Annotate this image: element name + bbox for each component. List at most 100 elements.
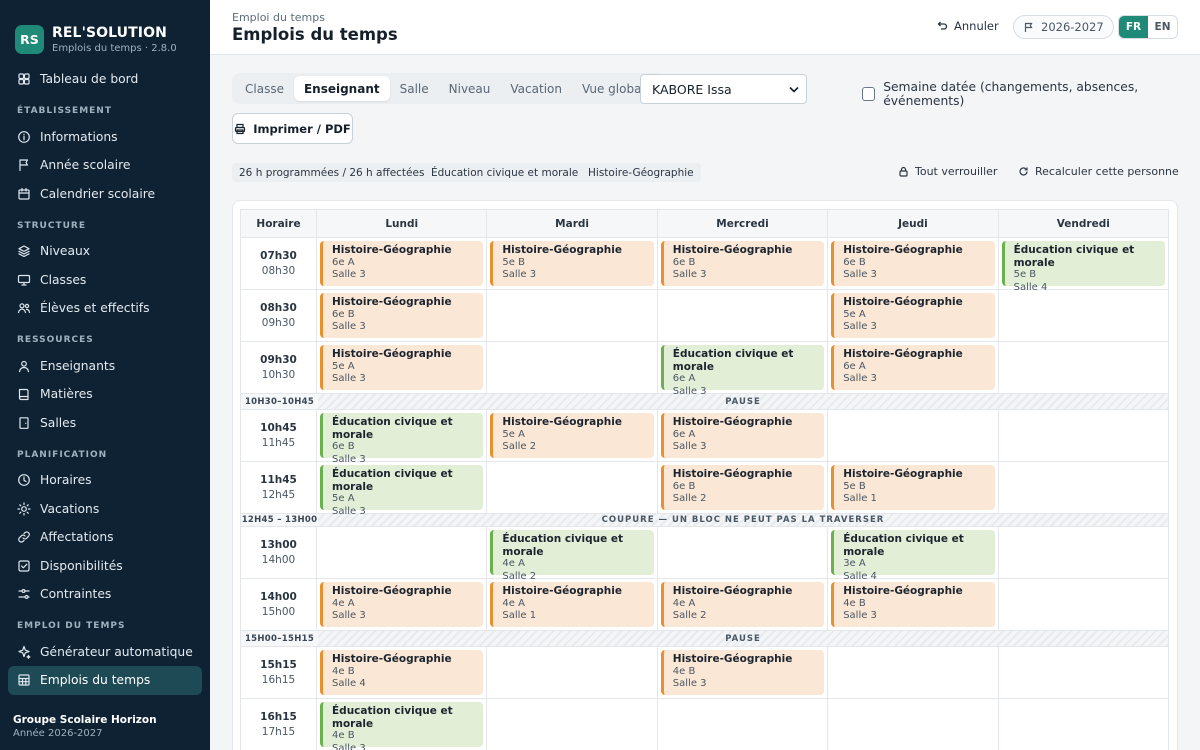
sidebar-item-disponibilités[interactable]: Disponibilités <box>8 552 202 581</box>
lesson-block[interactable]: Éducation civique et morale 3e A Salle 4 <box>831 530 995 582</box>
timetable-cell[interactable] <box>487 290 658 342</box>
tab-niveau[interactable]: Niveau <box>439 76 501 101</box>
time-slot: 10h45 11h45 <box>240 410 317 462</box>
lesson-class: 4e B <box>332 665 355 677</box>
breadcrumb[interactable]: Emploi du temps <box>232 11 325 24</box>
lesson-block[interactable]: Histoire-Géographie 5e A Salle 3 <box>831 293 995 338</box>
teacher-select[interactable]: KABORE Issa <box>640 74 807 104</box>
lesson-block[interactable]: Éducation civique et morale 5e B Salle 4 <box>1001 241 1165 293</box>
lesson-subject: Éducation civique et morale <box>332 468 453 493</box>
tab-enseignant[interactable]: Enseignant <box>293 76 390 101</box>
lesson-room: Salle 3 <box>843 373 877 384</box>
lesson-block[interactable]: Histoire-Géographie 6e A Salle 3 <box>831 345 995 390</box>
timetable-cell[interactable] <box>998 342 1169 394</box>
timetable-cell[interactable] <box>317 527 488 579</box>
lesson-block[interactable]: Histoire-Géographie 5e A Salle 2 <box>490 413 654 458</box>
org-name: Groupe Scolaire Horizon <box>13 714 157 726</box>
tab-salle[interactable]: Salle <box>390 76 439 101</box>
sidebar-item-affectations[interactable]: Affectations <box>8 523 202 552</box>
lesson-block[interactable]: Histoire-Géographie 4e B Salle 3 <box>831 582 995 627</box>
timetable-cell[interactable] <box>487 647 658 699</box>
lesson-block[interactable]: Éducation civique et morale 6e A Salle 3 <box>660 345 825 397</box>
lesson-block[interactable]: Histoire-Géographie 6e B Salle 3 <box>660 241 825 286</box>
timetable-cell[interactable] <box>828 410 999 462</box>
undo-button[interactable]: Annuler <box>936 19 999 33</box>
lesson-block[interactable]: Histoire-Géographie 5e B Salle 1 <box>831 465 995 510</box>
lesson-subject: Histoire-Géographie <box>843 244 963 256</box>
slot-end: 10h30 <box>261 368 296 381</box>
lesson-block[interactable]: Histoire-Géographie 6e B Salle 3 <box>831 241 995 286</box>
sidebar-item-enseignants[interactable]: Enseignants <box>8 352 202 381</box>
recalculate-button[interactable]: Recalculer cette personne <box>1018 165 1179 178</box>
sidebar-item-informations[interactable]: Informations <box>8 123 202 152</box>
timetable-cell[interactable] <box>828 699 999 750</box>
sidebar-item-matières[interactable]: Matières <box>8 380 202 409</box>
timetable-cell[interactable] <box>657 527 829 579</box>
sidebar-item-vacations[interactable]: Vacations <box>8 495 202 524</box>
break-time: 15H00–15H15 <box>241 631 318 646</box>
timetable-cell[interactable] <box>999 699 1169 750</box>
slot-start: 08h30 <box>260 302 297 314</box>
lang-en-button[interactable]: EN <box>1148 16 1177 38</box>
timetable-cell[interactable] <box>998 647 1169 699</box>
timetable-cell[interactable] <box>657 290 829 342</box>
lesson-block[interactable]: Histoire-Géographie 5e B Salle 3 <box>490 241 654 286</box>
timetable-cell[interactable] <box>998 290 1169 342</box>
recalculate-label: Recalculer cette personne <box>1035 165 1179 178</box>
lesson-block[interactable]: Éducation civique et morale 4e B Salle 3 <box>320 702 484 750</box>
print-pdf-label: Imprimer / PDF <box>253 121 351 136</box>
lock-all-button[interactable]: Tout verrouiller <box>898 165 997 178</box>
lang-fr-button[interactable]: FR <box>1119 16 1148 38</box>
tab-classe[interactable]: Classe <box>235 76 294 101</box>
sidebar-item-calendrier-scolaire[interactable]: Calendrier scolaire <box>8 180 202 209</box>
timetable-cell[interactable] <box>487 342 658 394</box>
lesson-block[interactable]: Histoire-Géographie 4e A Salle 1 <box>490 582 654 627</box>
sidebar-item-emplois-du-temps[interactable]: Emplois du temps <box>8 666 202 695</box>
check-square-icon <box>18 560 30 572</box>
timetable-cell[interactable] <box>828 647 999 699</box>
timetable-cell[interactable] <box>998 410 1169 462</box>
sidebar-item-générateur-automatique[interactable]: Générateur automatique <box>8 638 202 667</box>
sidebar-item-salles[interactable]: Salles <box>8 409 202 438</box>
sidebar-item-classes[interactable]: Classes <box>8 266 202 295</box>
lesson-block[interactable]: Histoire-Géographie 4e B Salle 4 <box>320 650 484 695</box>
sidebar-item-élèves-et-effectifs[interactable]: Élèves et effectifs <box>8 294 202 323</box>
lesson-block[interactable]: Éducation civique et morale 5e A Salle 3 <box>320 465 484 517</box>
dated-week-toggle[interactable]: Semaine datée (changements, absences, év… <box>862 80 1200 108</box>
dated-week-checkbox[interactable] <box>862 87 876 101</box>
sidebar-item-année-scolaire[interactable]: Année scolaire <box>8 151 202 180</box>
time-column-header: Horaire <box>240 209 317 238</box>
lesson-block[interactable]: Histoire-Géographie 6e A Salle 3 <box>660 413 825 458</box>
lesson-block[interactable]: Éducation civique et morale 6e B Salle 3 <box>320 413 484 465</box>
print-pdf-button[interactable]: Imprimer / PDF <box>232 113 353 144</box>
sidebar-item-contraintes[interactable]: Contraintes <box>8 580 202 609</box>
lesson-block[interactable]: Histoire-Géographie 4e B Salle 3 <box>660 650 825 695</box>
lesson-block[interactable]: Histoire-Géographie 4e A Salle 2 <box>660 582 825 627</box>
school-year-chip[interactable]: 2026-2027 <box>1013 15 1114 39</box>
timetable-cell[interactable] <box>998 527 1169 579</box>
lesson-block[interactable]: Histoire-Géographie 6e B Salle 3 <box>320 293 484 338</box>
timetable-cell[interactable] <box>658 699 829 750</box>
lesson-block[interactable]: Éducation civique et morale 4e A Salle 2 <box>490 530 654 582</box>
tab-vacation[interactable]: Vacation <box>500 76 572 101</box>
lesson-class: 4e A <box>672 597 696 609</box>
lock-all-label: Tout verrouiller <box>915 165 998 178</box>
timetable-cell[interactable] <box>998 579 1169 631</box>
lesson-block[interactable]: Histoire-Géographie 4e A Salle 3 <box>320 582 484 627</box>
lesson-class: 5e B <box>843 480 866 492</box>
lesson-class: 6e B <box>672 480 696 492</box>
timetable-cell[interactable] <box>487 699 658 750</box>
language-switch: FR EN <box>1118 15 1178 39</box>
door-icon <box>19 416 29 429</box>
slot-end: 15h00 <box>261 605 296 618</box>
lesson-block[interactable]: Histoire-Géographie 6e A Salle 3 <box>320 241 484 286</box>
slot-end: 14h00 <box>261 553 296 566</box>
timetable-cell[interactable] <box>487 462 658 514</box>
timetable-cell[interactable] <box>998 462 1169 514</box>
lesson-block[interactable]: Histoire-Géographie 6e B Salle 2 <box>660 465 825 510</box>
break-row: 12H45 – 13H00 COUPURE — UN BLOC NE PEUT P… <box>240 514 1169 527</box>
sidebar-item-horaires[interactable]: Horaires <box>8 466 202 495</box>
sidebar-item-tableau-de-bord[interactable]: Tableau de bord <box>8 65 202 94</box>
sidebar-item-niveaux[interactable]: Niveaux <box>8 237 202 266</box>
lesson-block[interactable]: Histoire-Géographie 5e A Salle 3 <box>320 345 484 390</box>
